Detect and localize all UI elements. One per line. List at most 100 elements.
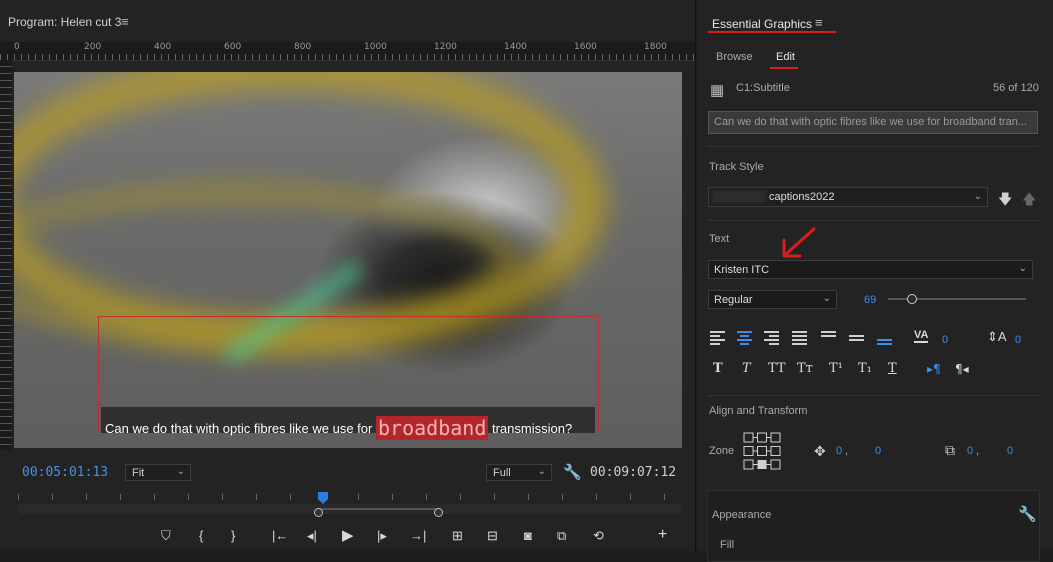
small-caps-icon[interactable]: Tт: [797, 361, 813, 376]
zone-label: Zone: [709, 445, 735, 457]
appearance-section: [707, 490, 1040, 562]
align-top-icon[interactable]: [821, 331, 836, 344]
size-x-value[interactable]: 0: [967, 445, 973, 457]
extract-icon[interactable]: ⊟: [487, 528, 498, 544]
proxy-toggle-icon[interactable]: ⟲: [593, 528, 604, 544]
go-to-out-icon[interactable]: →|: [410, 528, 426, 543]
ruler-label: 1600: [574, 42, 597, 52]
playhead-timecode[interactable]: 00:05:01:13: [22, 465, 108, 480]
track-style-select[interactable]: captions2022 ⌄: [708, 187, 988, 207]
timeline-ticks: [18, 494, 682, 500]
clip-name: C1:Subtitle: [736, 82, 790, 94]
position-move-icon: ✥: [814, 443, 826, 459]
bold-icon[interactable]: T: [713, 361, 723, 376]
align-left-icon[interactable]: [710, 331, 725, 345]
push-to-track-style-icon[interactable]: 🡇: [998, 189, 1012, 213]
tab-edit[interactable]: Edit: [776, 51, 795, 63]
leading-icon: ⇕A: [987, 329, 1007, 344]
font-style-select[interactable]: Regular ⌄: [708, 290, 837, 309]
italic-icon[interactable]: T: [742, 361, 751, 376]
chevron-down-icon: ⌄: [176, 466, 185, 477]
ruler-label: 1400: [504, 42, 527, 52]
caption-text-field[interactable]: Can we do that with optic fibres like we…: [708, 111, 1038, 134]
lift-icon[interactable]: ⊞: [452, 528, 463, 544]
all-caps-icon[interactable]: TT: [768, 361, 786, 376]
chevron-down-icon: ⌄: [822, 293, 831, 304]
zone-grid-icon[interactable]: [743, 432, 781, 470]
chevron-down-icon: ⌄: [537, 466, 546, 477]
align-right-icon[interactable]: [764, 331, 779, 345]
in-out-range: [318, 508, 440, 510]
playback-resolution-select[interactable]: Full ⌄: [486, 464, 552, 481]
annotation-underline: [770, 67, 798, 69]
out-point-handle[interactable]: [434, 508, 443, 517]
marker-icon[interactable]: ⛉: [161, 528, 171, 544]
font-family-value: Kristen ITC: [714, 264, 770, 276]
essential-graphics-title[interactable]: Essential Graphics: [712, 17, 812, 31]
go-to-in-icon[interactable]: |←: [272, 528, 288, 543]
subtitle-text[interactable]: Can we do that with optic fibres like we…: [105, 414, 573, 440]
align-middle-icon[interactable]: [849, 335, 864, 348]
play-icon[interactable]: ▶: [342, 526, 354, 544]
ruler-label: 800: [294, 42, 312, 52]
subtitle-text-after: transmission?: [491, 421, 573, 436]
scale-icon: ⧉: [945, 442, 955, 458]
track-style-value: captions2022: [769, 191, 835, 203]
align-bottom-icon[interactable]: [877, 339, 892, 352]
position-x-value[interactable]: 0: [836, 445, 842, 457]
separator: ,: [845, 445, 849, 457]
export-frame-icon[interactable]: ◙: [524, 528, 532, 543]
mark-out-icon[interactable]: }: [231, 528, 235, 543]
program-monitor-title[interactable]: Program: Helen cut 3: [8, 15, 121, 29]
in-point-handle[interactable]: [314, 508, 323, 517]
duration-timecode: 00:09:07:12: [590, 465, 677, 480]
font-size-value[interactable]: 69: [864, 294, 876, 306]
font-family-select[interactable]: Kristen ITC ⌄: [708, 260, 1033, 279]
add-button-icon[interactable]: +: [658, 526, 667, 544]
ruler-label: 600: [224, 42, 242, 52]
ruler-label: 200: [84, 42, 102, 52]
align-center-icon[interactable]: [737, 331, 752, 345]
vertical-ruler: [0, 60, 12, 450]
ruler-label: 0: [14, 42, 20, 52]
ruler-label: 1000: [364, 42, 387, 52]
annotation-underline: [708, 31, 836, 33]
subscript-icon[interactable]: T₁: [858, 361, 872, 376]
justify-icon[interactable]: [792, 331, 807, 345]
comparison-view-icon[interactable]: ⧉: [557, 528, 566, 544]
ruler-label: 1200: [434, 42, 457, 52]
subtitle-highlight-word: broadband: [375, 416, 489, 440]
underline-icon[interactable]: T: [888, 361, 897, 376]
chevron-down-icon: ⌄: [1018, 263, 1027, 274]
leading-value[interactable]: 0: [1015, 334, 1021, 346]
caption-clip-icon: ▦: [710, 82, 725, 99]
annotation-arrow-icon: [782, 227, 816, 258]
step-back-icon[interactable]: ◂|: [307, 528, 317, 544]
ruler-label: 1800: [644, 42, 667, 52]
appearance-settings-wrench-icon[interactable]: 🔧: [1018, 505, 1037, 523]
font-size-slider-handle[interactable]: [907, 294, 917, 304]
align-transform-label: Align and Transform: [709, 405, 808, 417]
rtl-text-direction-icon[interactable]: ¶◂: [955, 362, 969, 376]
fill-label[interactable]: Fill: [720, 539, 734, 551]
tracking-value[interactable]: 0: [942, 334, 948, 346]
ltr-text-direction-icon[interactable]: ▸¶: [927, 362, 941, 376]
mark-in-icon[interactable]: {: [199, 528, 203, 543]
zoom-level-select[interactable]: Fit ⌄: [125, 464, 191, 481]
divider: [707, 220, 1038, 221]
redacted-region: [712, 191, 766, 203]
subtitle-text-before: Can we do that with optic fibres like we…: [105, 421, 373, 436]
settings-wrench-icon[interactable]: 🔧: [563, 463, 582, 481]
superscript-icon[interactable]: T¹: [829, 361, 843, 376]
step-forward-icon[interactable]: |▸: [377, 528, 387, 544]
tab-browse[interactable]: Browse: [716, 51, 753, 63]
chevron-down-icon: ⌄: [973, 191, 982, 202]
hamburger-menu-icon[interactable]: ≡: [815, 15, 823, 30]
appearance-label: Appearance: [712, 509, 772, 521]
clip-count: 56 of 120: [993, 82, 1039, 94]
size-y-value[interactable]: 0: [1007, 445, 1013, 457]
position-y-value[interactable]: 0: [875, 445, 881, 457]
hamburger-menu-icon[interactable]: ≡: [121, 14, 129, 29]
divider: [707, 395, 1038, 396]
pull-from-track-style-icon[interactable]: 🡅: [1022, 189, 1036, 213]
